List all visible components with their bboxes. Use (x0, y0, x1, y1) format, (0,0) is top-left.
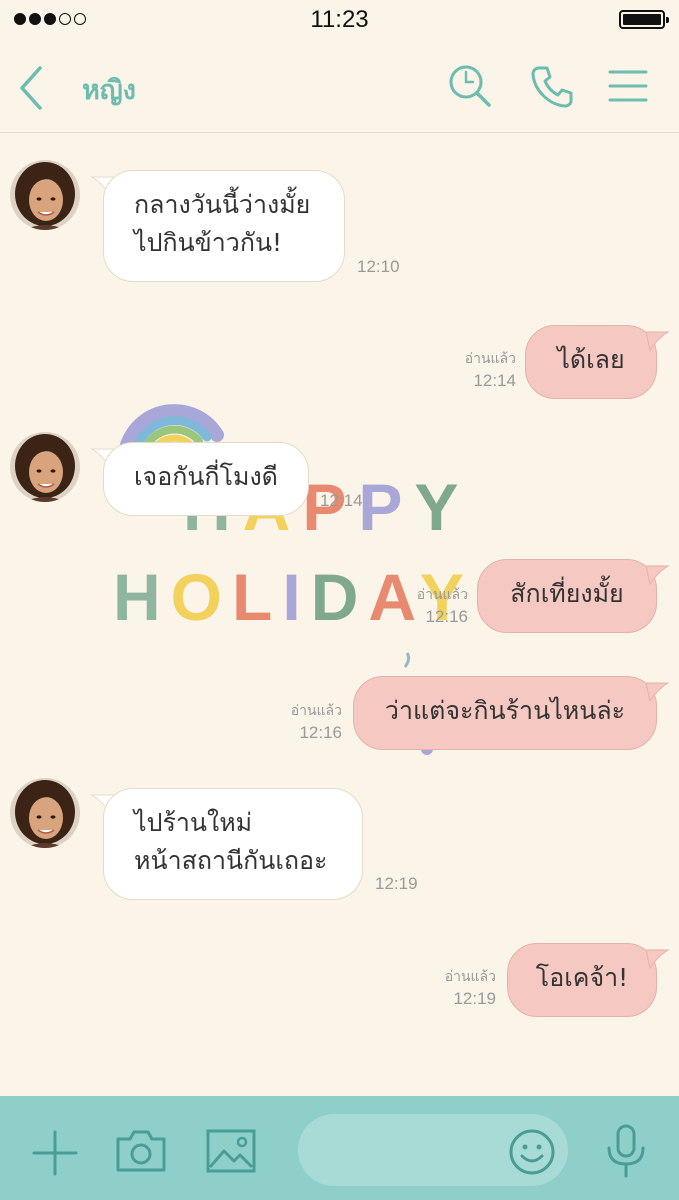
message-time: 12:14 (320, 491, 363, 510)
contact-avatar[interactable] (10, 160, 80, 230)
image-icon (206, 1129, 256, 1173)
message-bubble-outgoing[interactable]: สักเที่ยงมั้ย (477, 559, 657, 633)
message-time: 12:19 (453, 989, 496, 1008)
microphone-icon (607, 1124, 645, 1178)
camera-icon (116, 1130, 166, 1172)
avatar-photo (10, 778, 80, 848)
back-chevron-icon (20, 66, 42, 110)
emoji-button[interactable] (508, 1128, 556, 1180)
bubble-tail (646, 565, 670, 586)
phone-icon (531, 66, 573, 108)
menu-button[interactable] (608, 68, 648, 108)
message-meta: อ่านแล้ว 12:16 (266, 700, 342, 744)
message-text-line: กลางวันนี้ว่างมั้ย (134, 190, 311, 219)
read-receipt: อ่านแล้ว (444, 969, 496, 985)
contact-avatar[interactable] (10, 778, 80, 848)
bubble-tail (646, 331, 670, 352)
message-text-line: เจอกันกี่โมงดี (134, 462, 278, 491)
message-bubble-incoming[interactable]: เจอกันกี่โมงดี (103, 442, 309, 516)
message-time: 12:14 (473, 371, 516, 390)
bubble-tail (646, 682, 670, 703)
read-receipt: อ่านแล้ว (464, 351, 516, 367)
avatar-photo (10, 160, 80, 230)
message-bubble-outgoing[interactable]: ว่าแต่จะกินร้านไหนล่ะ (353, 676, 657, 750)
message-text-line: สักเที่ยงมั้ย (510, 579, 624, 608)
status-time: 11:23 (310, 6, 369, 33)
add-button[interactable] (30, 1128, 80, 1182)
call-button[interactable] (530, 64, 574, 112)
message-bubble-outgoing[interactable]: ได้เลย (525, 325, 657, 399)
chat-header: หญิง (0, 40, 679, 133)
status-bar: 11:23 (0, 0, 679, 40)
contact-name[interactable]: หญิง (82, 68, 136, 111)
message-time: 12:16 (299, 723, 342, 742)
message-meta: อ่านแล้ว 12:14 (440, 348, 516, 392)
message-text-line: ไปกินข้าวกัน! (134, 228, 283, 257)
avatar-photo (10, 432, 80, 502)
read-receipt: อ่านแล้ว (290, 703, 342, 719)
message-time: 12:19 (375, 874, 418, 893)
message-text-line: โอเคจ้า! (535, 963, 629, 992)
contact-avatar[interactable] (10, 432, 80, 502)
plus-icon (32, 1130, 78, 1176)
message-text-line: ไปร้านใหม่ (134, 808, 253, 837)
read-receipt: อ่านแล้ว (416, 587, 468, 603)
back-button[interactable] (14, 64, 50, 116)
message-text-line: หน้าสถานีกันเถอะ (134, 846, 328, 875)
message-bubble-incoming[interactable]: กลางวันนี้ว่างมั้ย ไปกินข้าวกัน! (103, 170, 345, 282)
message-bubble-outgoing[interactable]: โอเคจ้า! (507, 943, 657, 1017)
message-text-line: ได้เลย (557, 345, 625, 374)
search-button[interactable] (448, 64, 492, 112)
message-time: 12:10 (357, 257, 400, 276)
message-bubble-incoming[interactable]: ไปร้านใหม่ หน้าสถานีกันเถอะ (103, 788, 363, 900)
search-icon (449, 65, 491, 107)
message-meta: อ่านแล้ว 12:19 (420, 966, 496, 1010)
camera-button[interactable] (115, 1129, 167, 1177)
battery-icon (619, 10, 669, 29)
emoji-icon (509, 1129, 555, 1175)
gallery-button[interactable] (206, 1129, 256, 1177)
menu-icon (608, 70, 648, 102)
input-toolbar (0, 1096, 679, 1200)
voice-button[interactable] (604, 1124, 648, 1182)
message-meta: อ่านแล้ว 12:16 (392, 584, 468, 628)
message-text-line: ว่าแต่จะกินร้านไหนล่ะ (384, 696, 626, 725)
bubble-tail (646, 949, 670, 970)
message-time: 12:16 (425, 607, 468, 626)
